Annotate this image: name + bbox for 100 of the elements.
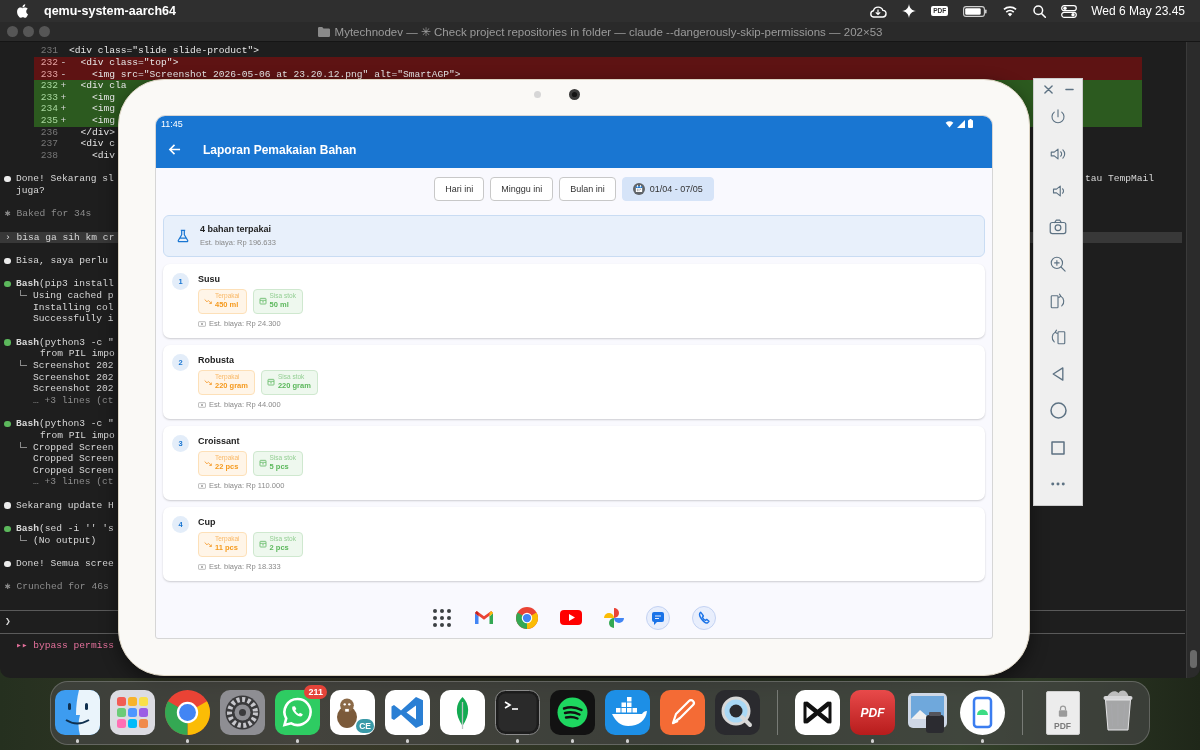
tree-connector-icon [20,535,27,542]
tool-call-text: Bash(pip3 install [16,278,114,290]
app-grid-icon[interactable] [110,690,155,735]
diff-sign: + [59,80,68,92]
status-text: ✱ Baked for 34s [5,208,92,221]
sparkle-icon[interactable] [902,4,917,18]
pdf-app-tile[interactable]: PDF [850,690,895,735]
prompt-symbol: ❯ [5,616,11,628]
output-text: (No output) [33,534,97,547]
wifi-icon [945,119,954,128]
code-line: <div class="slide slide-product"> [69,45,259,57]
material-name: Susu [198,272,220,285]
message-text: tau TempMail [1085,173,1155,186]
edition-label: CE [356,719,374,733]
filter-chip[interactable]: Minggu ini [490,176,554,201]
diff-sign: - [59,68,68,81]
material-name: Cup [198,515,216,528]
overview-icon[interactable] [1051,440,1065,455]
code-line: <img [91,115,116,127]
rotate-left-icon[interactable] [1049,328,1067,347]
message-text: Bisa, saya perlu [16,255,109,267]
whale-icon[interactable] [605,690,650,735]
lens-icon[interactable] [715,690,760,735]
app-menu-name[interactable]: qemu-system-aarch64 [44,4,176,18]
back-icon[interactable] [1052,367,1064,382]
video-play-icon[interactable] [560,610,582,625]
mode-indicator: ▸▸ bypass permiss [16,639,114,652]
chat-bubble-icon[interactable] [646,605,670,630]
cloud-icon[interactable] [869,4,888,18]
code-line: <img src="Screenshot 2026-05-06 at 23.20.12.png" alt="SmartAGP"> [91,68,461,81]
tool-call-text: Bash(sed -i '' 's [16,523,114,535]
pinwheel-icon[interactable] [604,607,624,628]
chrome-icon[interactable] [165,690,210,735]
code-line: <div class="top"> [79,56,179,69]
output-text: … +3 lines (ct [33,476,114,489]
cross-logo-icon[interactable] [795,690,840,735]
mail-icon[interactable] [474,610,494,625]
pen-icon[interactable] [660,690,705,735]
material-name: Croissant [198,434,240,447]
material-name: Robusta [198,353,234,366]
gear-icon[interactable] [220,690,265,735]
output-text: Screenshot 202 [33,371,114,384]
finder-face-icon[interactable] [55,690,100,735]
home-icon[interactable] [1049,402,1067,420]
wifi-icon[interactable] [1002,5,1019,17]
rotate-right-icon[interactable] [1049,291,1067,310]
trend-down-icon [204,459,212,467]
tree-connector-icon [20,290,27,297]
filter-chip[interactable]: Bulan ini [559,176,616,201]
phone-icon[interactable] [692,605,716,630]
trash-icon[interactable] [1101,690,1134,732]
photo-preview-icon[interactable] [905,690,950,735]
line-number: 233 [39,91,58,104]
date-range-chip[interactable]: 01/04 - 07/05 [621,176,714,201]
battery-icon[interactable] [963,5,988,17]
battery-icon [968,119,973,128]
more-icon[interactable] [1051,482,1065,487]
line-number: 233 [39,68,58,81]
message-text: Done! Semua scree [16,558,114,570]
line-number: 238 [39,150,58,162]
code-editor-icon[interactable] [385,690,430,735]
code-line: <div [91,150,116,162]
tool-call-text: Bash(python3 -c " [16,336,114,349]
phone-outline-icon[interactable] [960,690,1005,735]
terminal-icon[interactable] [495,690,540,735]
line-number: 232 [39,80,58,92]
box-icon [266,378,275,386]
output-text: Successfully i [33,313,114,325]
close-icon[interactable] [1044,84,1053,94]
filter-chip[interactable]: Hari ini [434,176,485,201]
tree-connector-icon [20,442,27,448]
calendar-icon [632,182,645,195]
summary-title: 4 bahan terpakai [200,224,272,234]
tool-call-text: from PIL impo [40,348,115,360]
signal-icon [957,119,965,128]
tree-connector-icon [20,360,27,367]
banknote-icon [198,320,206,327]
tool-call-text: from PIL impo [40,429,115,442]
back-arrow-icon[interactable] [168,143,181,156]
apple-icon[interactable] [16,4,28,18]
search-icon[interactable] [1033,4,1047,18]
output-text: … +3 lines (ct [33,394,114,407]
sensor-dot-icon [533,90,541,98]
app-grid-icon[interactable] [432,607,452,628]
line-number: 234 [39,103,58,116]
scrollbar-thumb[interactable] [1190,650,1197,668]
pdf-file-tile[interactable]: PDF [1045,691,1080,735]
leaf-icon[interactable] [440,690,485,735]
window-title: Mytechnodev — ✳ Check project repositories in folder — claude --dangerously-skip-permissions — 202×53 [334,24,883,39]
lock-icon [1057,705,1068,717]
message-text: juga? [16,185,45,197]
camera-icon[interactable] [1049,219,1067,236]
sound-waves-icon[interactable] [550,690,595,735]
bullet-dot-icon [4,420,11,428]
zoom-in-icon[interactable] [1049,255,1067,274]
box-icon [258,459,267,467]
flask-icon [176,228,190,243]
bullet-dot-icon [4,560,11,568]
code-line: <div c [79,138,116,151]
toggles-icon[interactable] [1061,4,1078,18]
